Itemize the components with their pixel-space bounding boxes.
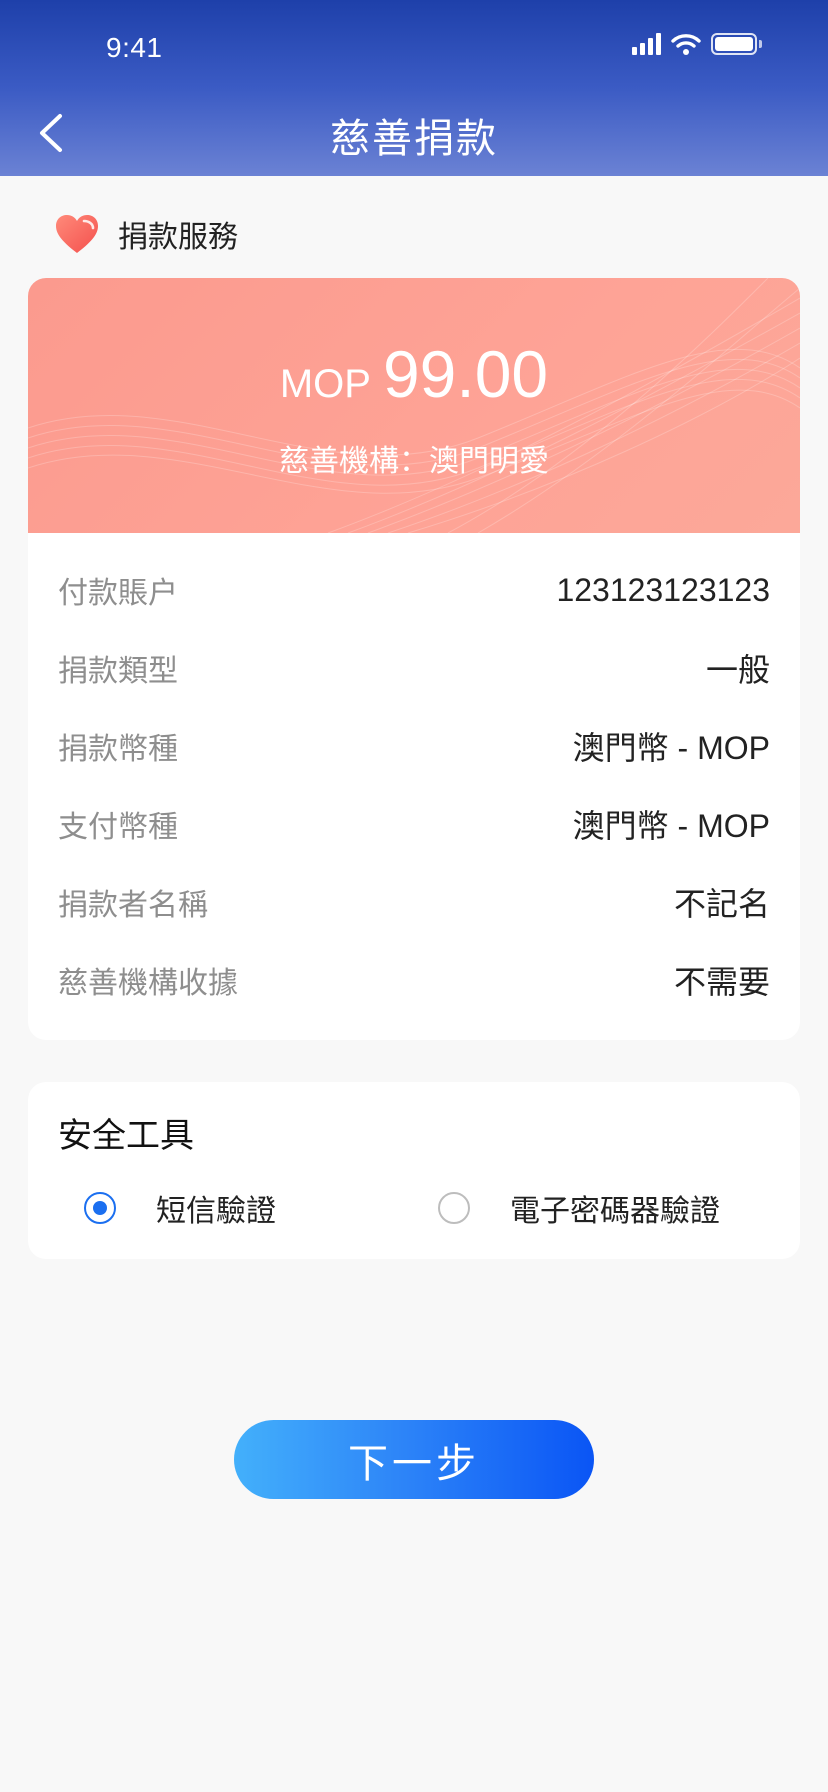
status-icons	[632, 33, 762, 55]
detail-label: 付款賬户	[58, 576, 178, 611]
next-button[interactable]: 下一步	[234, 1420, 594, 1499]
detail-row-donation-currency: 捐款幣種 澳門幣 - MOP	[58, 707, 770, 785]
heart-icon	[56, 215, 98, 253]
wifi-icon	[671, 33, 701, 55]
detail-value: 澳門幣 - MOP	[572, 730, 770, 766]
section-header: 捐款服務	[54, 212, 238, 256]
detail-label: 捐款者名稱	[58, 888, 208, 923]
detail-label: 捐款幣種	[58, 732, 178, 767]
radio-checked-icon[interactable]	[84, 1192, 116, 1224]
amount-banner: MOP 99.00 慈善機構：澳門明愛	[28, 278, 800, 533]
app-header: 9:41 慈善捐款	[0, 0, 828, 176]
radio-sms-verification[interactable]: 短信驗證	[84, 1186, 276, 1230]
detail-value: 澳門幣 - MOP	[572, 808, 770, 844]
detail-row-payment-currency: 支付幣種 澳門幣 - MOP	[58, 785, 770, 863]
detail-row-charity-receipt: 慈善機構收據 不需要	[58, 941, 770, 1019]
radio-unchecked-icon[interactable]	[438, 1192, 470, 1224]
detail-label: 慈善機構收據	[58, 966, 238, 1001]
radio-label: 電子密碼器驗證	[510, 1194, 720, 1229]
donation-amount: 99.00	[382, 337, 549, 411]
page-title: 慈善捐款	[330, 116, 498, 162]
detail-value: 123123123123	[556, 571, 770, 608]
detail-value: 不需要	[673, 964, 770, 1000]
donation-summary-card: MOP 99.00 慈善機構：澳門明愛 付款賬户 123123123123 捐款…	[28, 278, 800, 1040]
battery-icon	[711, 33, 762, 55]
security-tool-card: 安全工具 短信驗證 電子密碼器驗證	[28, 1082, 800, 1259]
section-title: 捐款服務	[118, 220, 238, 255]
radio-label: 短信驗證	[156, 1194, 276, 1229]
detail-row-payment-account: 付款賬户 123123123123	[58, 551, 770, 629]
cellular-signal-icon	[632, 33, 661, 55]
detail-value: 不記名	[673, 886, 770, 922]
amount-row: MOP 99.00	[28, 336, 800, 412]
detail-value: 一般	[705, 652, 770, 688]
charity-organization: 慈善機構：澳門明愛	[279, 444, 549, 479]
security-tool-title: 安全工具	[58, 1116, 194, 1156]
detail-list: 付款賬户 123123123123 捐款類型 一般 捐款幣種 澳門幣 - MOP…	[28, 533, 800, 1019]
currency-label: MOP	[279, 362, 371, 406]
detail-row-donation-type: 捐款類型 一般	[58, 629, 770, 707]
detail-label: 支付幣種	[58, 810, 178, 845]
status-time: 9:41	[106, 32, 163, 63]
radio-token-verification[interactable]: 電子密碼器驗證	[438, 1186, 720, 1230]
detail-label: 捐款類型	[58, 654, 178, 689]
detail-row-donor-name: 捐款者名稱 不記名	[58, 863, 770, 941]
